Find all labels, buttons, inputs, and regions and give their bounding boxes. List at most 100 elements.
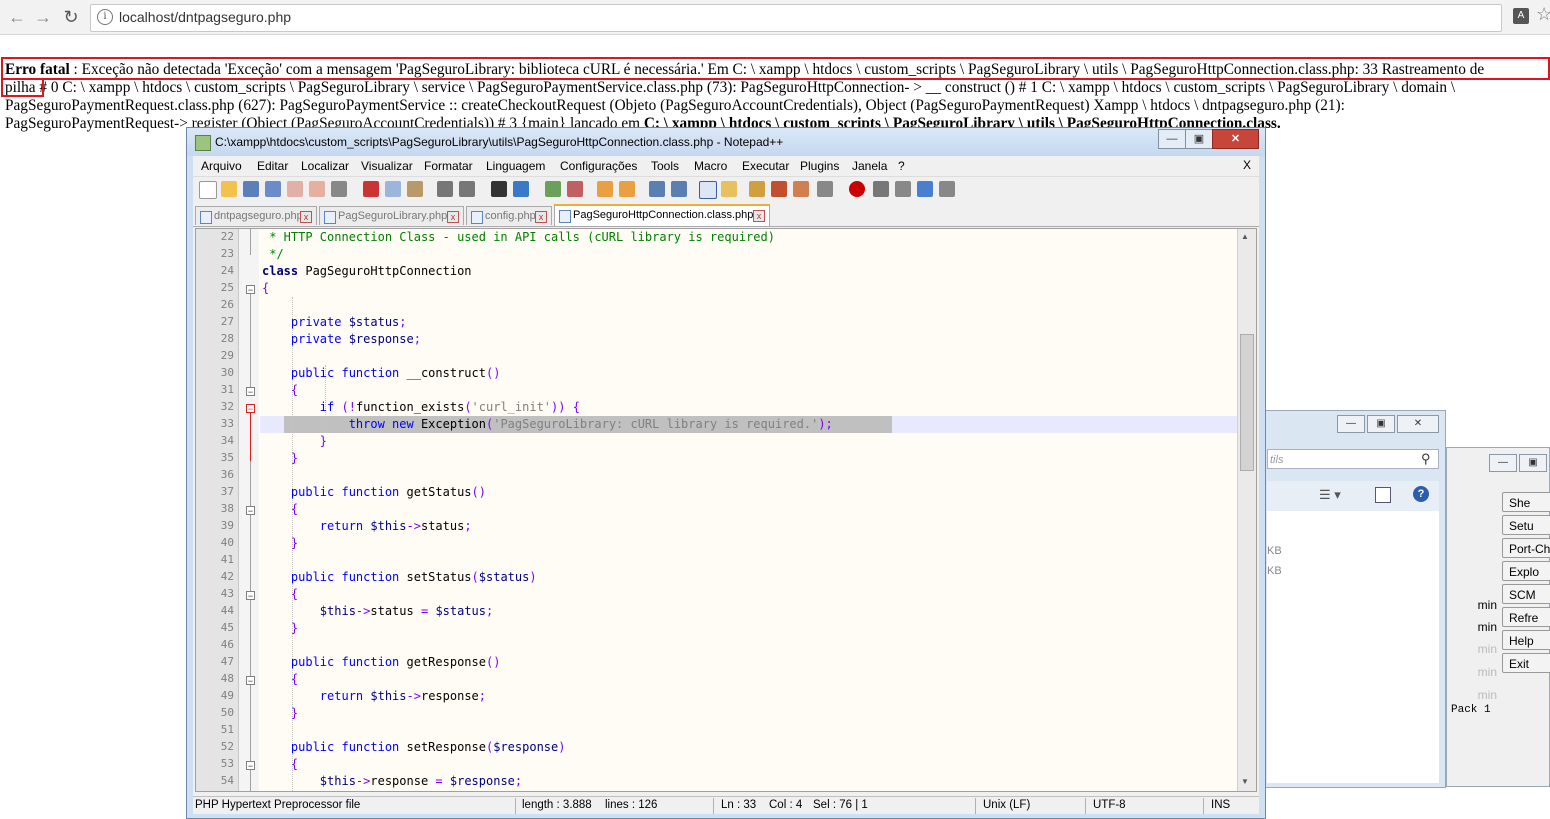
maximize-icon[interactable]: ▣ [1185,129,1213,149]
back-arrow-icon[interactable]: ← [6,6,28,28]
minimize-icon[interactable]: — [1158,129,1186,149]
close-icon[interactable]: ✕ [1212,129,1259,149]
admin-button[interactable]: min [1447,595,1497,615]
copy-icon[interactable] [385,181,401,197]
save-all-icon[interactable] [265,181,281,197]
tab-pagseguro-library[interactable]: PagSeguroLibrary.php x [319,206,464,225]
preview-pane-icon[interactable] [1375,487,1391,503]
menu-macro[interactable]: Macro [694,159,727,173]
view-options-icon[interactable]: ☰ ▾ [1319,487,1341,503]
cut-icon[interactable] [363,181,379,197]
tab-dntpagseguro[interactable]: dntpagseguro.php x [195,206,317,225]
maximize-icon[interactable]: ▣ [1519,454,1547,472]
tab-close-icon[interactable]: x [300,211,312,223]
fold-collapse-icon[interactable]: − [246,285,255,295]
sync-vertical-icon[interactable] [597,181,613,197]
menu-tools[interactable]: Tools [651,159,679,173]
help-icon[interactable]: ? [1413,486,1429,502]
tab-close-icon[interactable]: x [447,211,459,223]
fold-collapse-icon[interactable]: − [246,761,255,771]
tab-close-icon[interactable]: x [535,211,547,223]
forward-arrow-icon[interactable]: → [32,6,54,28]
show-all-chars-icon[interactable] [671,181,687,197]
minimize-icon[interactable]: — [1489,454,1517,472]
status-length: length : 3.888 [522,799,592,811]
redo-icon[interactable] [459,181,475,197]
port-check-button[interactable]: Port-Ch [1502,538,1550,558]
undo-icon[interactable] [437,181,453,197]
fold-collapse-icon[interactable]: − [246,404,255,414]
close-document-icon[interactable]: X [1243,158,1251,172]
tab-pagseguro-http-connection[interactable]: PagSeguroHttpConnection.class.php x [554,204,770,226]
run-macro-multiple-icon[interactable] [917,181,933,197]
code-editor[interactable]: 22 23 24 25 26 27 28 29 30 31 32 33 34 3… [195,228,1257,792]
help-button[interactable]: Help [1502,630,1550,650]
shell-button[interactable]: She [1502,492,1550,512]
close-all-icon[interactable] [309,181,325,197]
menu-executar[interactable]: Executar [742,159,789,173]
close-icon[interactable]: ✕ [1397,415,1439,433]
doc-map-icon[interactable] [749,181,765,197]
word-wrap-icon[interactable] [649,181,665,197]
new-file-icon[interactable] [199,181,217,199]
fold-collapse-icon[interactable]: − [246,676,255,686]
minimize-icon[interactable]: — [1337,415,1365,433]
save-icon[interactable] [243,181,259,197]
menu-help[interactable]: ? [898,159,905,173]
replace-icon[interactable] [513,181,529,197]
close-file-icon[interactable] [287,181,303,197]
scm-button[interactable]: SCM [1502,584,1550,604]
record-macro-icon[interactable] [849,181,865,197]
zoom-in-icon[interactable] [545,181,561,197]
code-line-45: } [290,621,299,635]
code-text-area[interactable]: * HTTP Connection Class - used in API ca… [260,229,1238,791]
menu-janela[interactable]: Janela [852,159,887,173]
function-list-icon[interactable] [771,181,787,197]
explorer-search-input[interactable]: tils [1267,449,1439,469]
print-icon[interactable] [331,181,347,197]
menu-arquivo[interactable]: Arquivo [201,159,242,173]
reload-icon[interactable]: ↻ [60,6,82,28]
sync-horizontal-icon[interactable] [619,181,635,197]
paste-icon[interactable] [407,181,423,197]
zoom-out-icon[interactable] [567,181,583,197]
tab-close-icon[interactable]: x [753,210,765,222]
menu-editar[interactable]: Editar [257,159,288,173]
fold-collapse-icon[interactable]: − [246,387,255,397]
open-folder-icon[interactable] [221,181,237,197]
menu-plugins[interactable]: Plugins [800,159,839,173]
menu-visualizar[interactable]: Visualizar [361,159,413,173]
info-icon[interactable]: i [97,9,113,25]
menu-formatar[interactable]: Formatar [424,159,473,173]
address-bar[interactable]: i localhost/dntpagseguro.php [90,4,1502,32]
scrollbar-thumb[interactable] [1240,334,1254,471]
explorer-button[interactable]: Explo [1502,561,1550,581]
setup-button[interactable]: Setu [1502,515,1550,535]
menu-linguagem[interactable]: Linguagem [486,159,545,173]
admin-button[interactable]: min [1447,617,1497,637]
scroll-down-arrow-icon[interactable]: ▼ [1241,777,1249,786]
tab-config[interactable]: config.php x [466,206,552,225]
line-number: 44 [220,604,234,617]
code-line-39: return $this->status; [319,519,472,533]
find-icon[interactable] [491,181,507,197]
fold-collapse-icon[interactable]: − [246,506,255,516]
menu-configuracoes[interactable]: Configurações [560,159,637,173]
monitoring-icon[interactable] [817,181,833,197]
indent-guide-icon[interactable] [699,181,717,199]
fold-collapse-icon[interactable]: − [246,591,255,601]
save-macro-icon[interactable] [939,181,955,197]
maximize-icon[interactable]: ▣ [1367,415,1395,433]
exit-button[interactable]: Exit [1502,653,1550,673]
bookmark-star-icon[interactable]: ☆ [1536,4,1550,25]
search-icon[interactable]: ⚲ [1421,451,1431,467]
menu-localizar[interactable]: Localizar [301,159,349,173]
folder-workspace-icon[interactable] [793,181,809,197]
vertical-scrollbar[interactable]: ▲ ▼ [1237,229,1256,791]
user-lang-icon[interactable] [721,181,737,197]
scroll-up-arrow-icon[interactable]: ▲ [1241,232,1249,241]
translate-icon[interactable]: A [1513,8,1529,24]
play-macro-icon[interactable] [895,181,911,197]
stop-macro-icon[interactable] [873,181,889,197]
refresh-button[interactable]: Refre [1502,607,1550,627]
